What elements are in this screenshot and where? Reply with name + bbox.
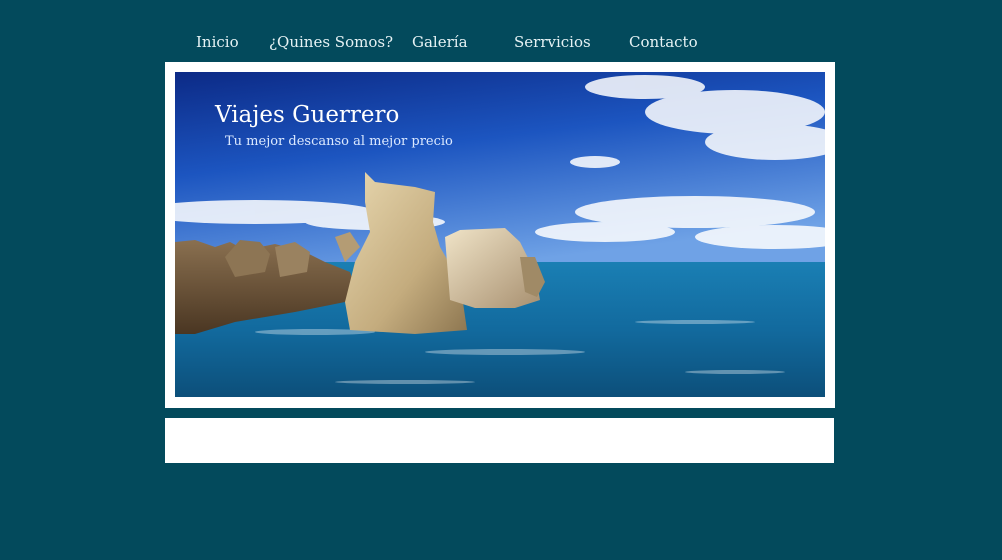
nav-link-quienes-somos[interactable]: ¿Quines Somos? [269, 33, 393, 51]
nav-link-inicio[interactable]: Inicio [196, 33, 239, 51]
content-area [165, 418, 834, 463]
site-tagline: Tu mejor descanso al mejor precio [225, 134, 453, 149]
site-title: Viajes Guerrero [215, 102, 400, 128]
main-nav: Inicio ¿Quines Somos? Galería Serrvicios… [0, 33, 1002, 57]
header-banner: Viajes Guerrero Tu mejor descanso al mej… [175, 72, 825, 397]
nav-link-contacto[interactable]: Contacto [629, 33, 698, 51]
nav-link-servicios[interactable]: Serrvicios [514, 33, 591, 51]
nav-link-galeria[interactable]: Galería [412, 33, 468, 51]
banner-frame: Viajes Guerrero Tu mejor descanso al mej… [165, 62, 835, 408]
